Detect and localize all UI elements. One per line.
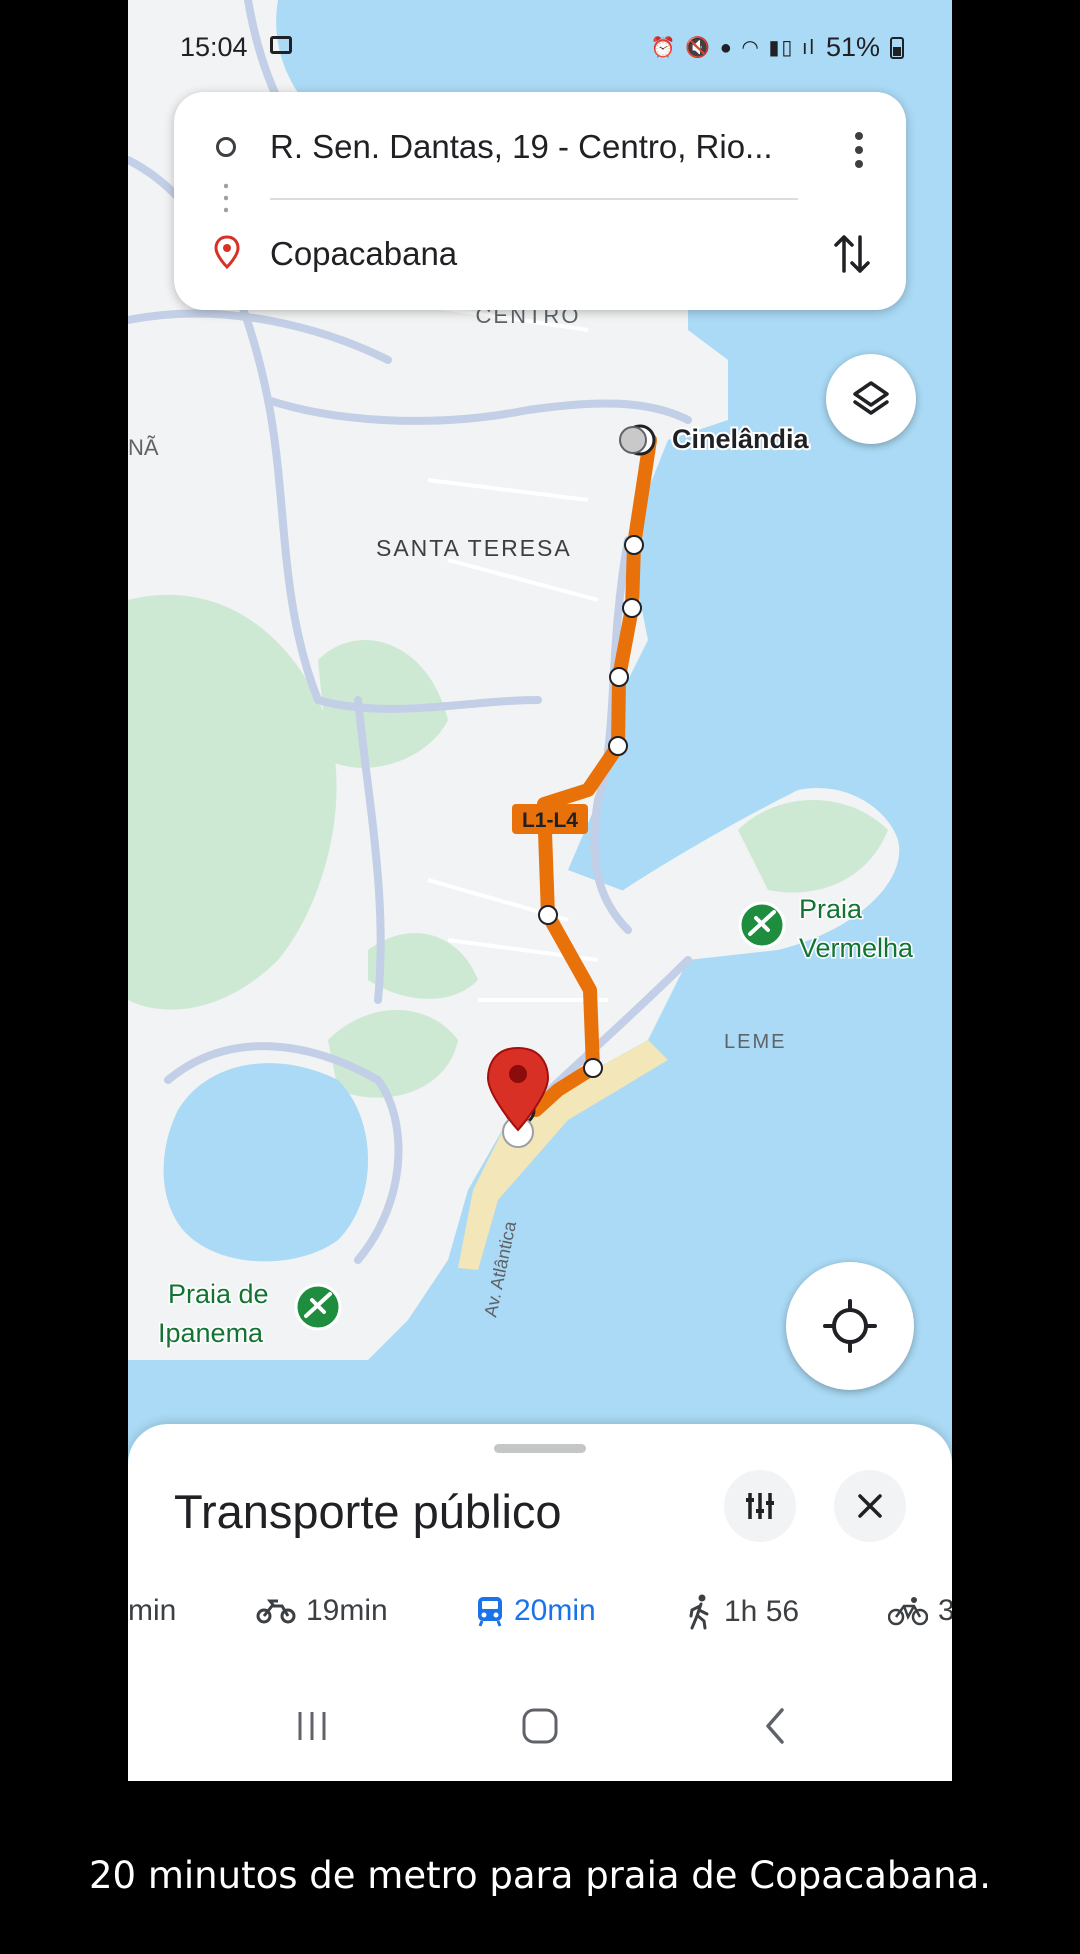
stop-3 [609, 667, 629, 687]
status-right: ⏰ 🔇 ● ◠ ▮▯ ıl 51% [651, 32, 904, 63]
label-leme: LEME [724, 1031, 786, 1053]
lagoa [163, 1063, 368, 1262]
recent-apps-icon[interactable] [292, 1706, 332, 1746]
crosshair-icon [823, 1299, 877, 1353]
origin-field[interactable]: R. Sen. Dantas, 19 - Centro, Rio... [270, 128, 810, 166]
stop-4 [608, 736, 628, 756]
label-santa-teresa: SANTA TERESA [376, 535, 572, 561]
origin-row[interactable]: R. Sen. Dantas, 19 - Centro, Rio... [174, 110, 906, 190]
mode-label-car: min [128, 1594, 177, 1627]
destination-field[interactable]: Copacabana [270, 235, 810, 273]
mode-label-transit: 20min [514, 1594, 596, 1627]
route-badge: L1-L4 [522, 809, 578, 832]
sheet-drag-handle[interactable] [494, 1444, 586, 1453]
swap-icon[interactable] [832, 229, 872, 279]
praia-vermelha-icon[interactable] [738, 901, 786, 949]
my-location-button[interactable] [786, 1262, 914, 1390]
system-nav-bar [128, 1684, 952, 1774]
route-dots-icon [224, 180, 228, 216]
bike-icon [888, 1597, 928, 1626]
praia-ipanema-icon[interactable] [294, 1283, 342, 1331]
label-edge-left: NÃ [128, 435, 159, 460]
destination-row[interactable]: Copacabana [174, 217, 906, 297]
transit-icon [478, 1597, 502, 1627]
video-caption: 20 minutos de metro para praia de Copaca… [89, 1854, 991, 1897]
close-icon [858, 1494, 882, 1518]
stop-6 [583, 1058, 603, 1078]
image-notification-icon [270, 36, 292, 54]
tab-bike[interactable]: 3 [888, 1594, 952, 1628]
tab-walk[interactable]: 1h 56 [688, 1594, 799, 1630]
tab-car[interactable]: min [128, 1594, 176, 1628]
close-button[interactable] [834, 1470, 906, 1542]
stop-1 [624, 535, 644, 555]
label-praia-vermelha-1: Praia [799, 894, 863, 924]
status-time: 15:04 [180, 32, 248, 62]
layers-button[interactable] [826, 354, 916, 444]
battery-icon [890, 36, 904, 59]
origin-circle-icon [216, 137, 236, 157]
mode-label-walk: 1h 56 [724, 1595, 800, 1628]
travel-mode-tabs: min 19min 20min 1h 56 3 [128, 1594, 952, 1644]
sheet-title: Transporte público [174, 1485, 562, 1538]
tab-motorcycle[interactable]: 19min [256, 1594, 388, 1628]
label-praia-vermelha-2: Vermelha [799, 933, 914, 963]
bottom-sheet: Transporte público min 19min 20min 1h 56… [128, 1424, 952, 1781]
label-ipanema-1: Praia de [168, 1279, 269, 1309]
more-options-icon[interactable] [852, 130, 866, 170]
home-icon[interactable] [520, 1706, 560, 1746]
destination-pin-outline-icon [214, 235, 240, 269]
status-bar: 15:04 ⏰ 🔇 ● ◠ ▮▯ ıl 51% [180, 28, 904, 68]
phone-screen: L1-L4 CENTRO Cinelândia SANTA TERESA NÃ … [128, 0, 952, 1781]
label-cinelandia: Cinelândia [672, 424, 810, 454]
mode-label-bike: 3 [938, 1594, 952, 1627]
options-button[interactable] [724, 1470, 796, 1542]
tab-transit[interactable]: 20min [476, 1594, 596, 1628]
directions-card: R. Sen. Dantas, 19 - Centro, Rio... Copa… [174, 92, 906, 310]
origin-marker-inner [619, 426, 647, 454]
stop-5 [538, 905, 558, 925]
walk-icon [689, 1594, 709, 1630]
motorcycle-icon [256, 1599, 296, 1624]
back-icon[interactable] [756, 1706, 796, 1746]
field-divider [270, 198, 798, 200]
battery-percent: 51% [825, 32, 880, 62]
status-icons: ⏰ 🔇 ● ◠ ▮▯ ıl [650, 37, 816, 59]
label-ipanema-2: Ipanema [158, 1318, 264, 1348]
tune-icon [746, 1493, 774, 1519]
stop-2 [622, 598, 642, 618]
layers-icon [853, 381, 889, 415]
mode-label-motorcycle: 19min [306, 1594, 388, 1627]
